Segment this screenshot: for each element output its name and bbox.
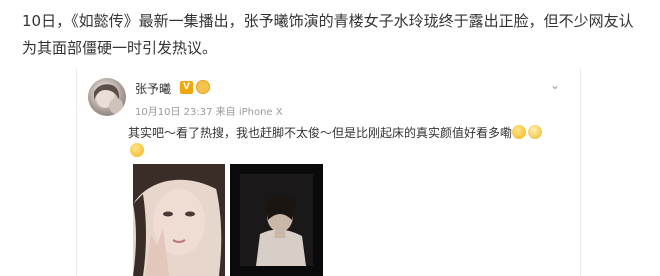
post-meta: 10月10日 23:37 来自 iPhone X — [135, 103, 283, 118]
post-photo-selfie[interactable] — [133, 164, 225, 276]
post-text: 其实吧～看了热搜，我也赶脚不太俊～但是比刚起床的真实颜值好看多嘞 — [128, 124, 543, 141]
emoji-icon — [528, 125, 543, 139]
emoji-icon — [512, 125, 527, 139]
post-text-content: 其实吧～看了热搜，我也赶脚不太俊～但是比刚起床的真实颜值好看多嘞 — [128, 126, 513, 140]
avatar[interactable] — [88, 78, 126, 116]
verified-badge: V — [180, 81, 193, 94]
emoji-icon — [130, 143, 144, 157]
post-photo-drama-still[interactable] — [230, 164, 323, 276]
username[interactable]: 张予曦 — [135, 80, 171, 97]
member-badge-icon — [196, 80, 210, 94]
post-timestamp[interactable]: 10月10日 23:37 — [135, 107, 212, 118]
article-paragraph: 10日，《如懿传》最新一集播出，张予曦饰演的青楼女子水玲珑终于露出正脸，但不少网… — [22, 12, 634, 57]
post-source: 来自 iPhone X — [215, 107, 283, 118]
chevron-down-icon[interactable]: ⌄ — [550, 78, 560, 92]
